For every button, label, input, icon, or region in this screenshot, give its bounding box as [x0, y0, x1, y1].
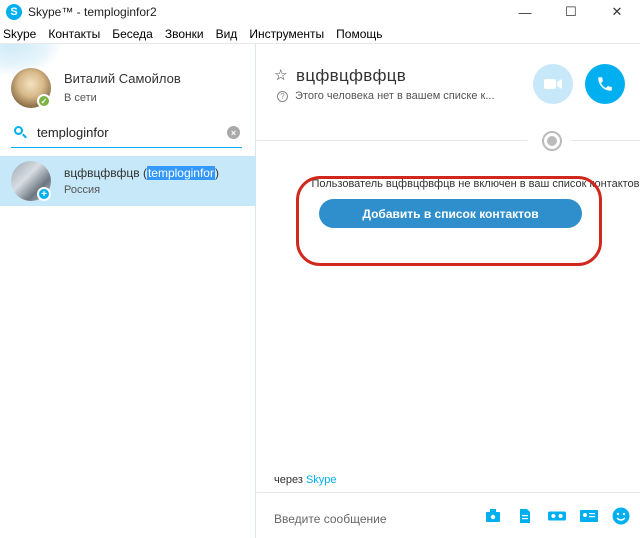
close-button[interactable]: ✕ — [594, 0, 640, 24]
video-camera-icon — [544, 79, 562, 89]
contact-name-highlight: temploginfor — [146, 166, 215, 180]
conversation-header: ☆ вцфвцфвфцв ? Этого человека нет в ваше… — [257, 44, 640, 124]
conversation-pane: ☆ вцфвцфвфцв ? Этого человека нет в ваше… — [257, 44, 640, 538]
contact-name-prefix: вцфвцфвфцв ( — [64, 166, 147, 180]
phone-icon — [598, 77, 612, 91]
profile-name: Виталий Самойлов — [64, 71, 181, 86]
via-skype-link[interactable]: Skype — [306, 474, 337, 486]
sidebar: ✓ Виталий Самойлов В сети × + вцфвцфвфцв… — [0, 44, 256, 538]
title-bar: S Skype™ - temploginfor2 — ☐ ✕ — [0, 0, 640, 24]
send-contacts-card-icon[interactable] — [580, 508, 598, 524]
menu-help[interactable]: Помощь — [330, 27, 388, 41]
search-icon — [13, 125, 29, 141]
annotation-oval — [296, 176, 602, 266]
skype-logo-icon: S — [6, 4, 22, 20]
window-title: Skype™ - temploginfor2 — [28, 5, 157, 19]
clear-search-icon[interactable]: × — [227, 126, 240, 139]
menu-conversation[interactable]: Беседа — [106, 27, 159, 41]
menu-skype[interactable]: Skype — [0, 27, 42, 41]
contact-list-item[interactable]: + вцфвцфвфцв (temploginfor) Россия — [0, 156, 256, 206]
search-input[interactable] — [37, 125, 217, 140]
contact-location: Россия — [64, 184, 101, 196]
video-call-button[interactable] — [533, 64, 573, 104]
globe-icon — [542, 131, 562, 151]
send-file-icon[interactable] — [516, 508, 534, 524]
menu-tools[interactable]: Инструменты — [243, 27, 330, 41]
divider — [571, 140, 640, 141]
conversation-title[interactable]: вцфвцфвфцв — [296, 66, 406, 86]
contact-name-suffix: ) — [214, 166, 219, 180]
emoticon-icon[interactable] — [612, 507, 630, 525]
compose-toolbar — [484, 507, 630, 525]
message-input[interactable]: Введите сообщение — [274, 512, 387, 526]
maximize-button[interactable]: ☐ — [548, 0, 594, 24]
minimize-button[interactable]: — — [502, 0, 548, 24]
divider — [257, 140, 527, 141]
favorite-star-icon[interactable]: ☆ — [274, 66, 287, 84]
menu-calls[interactable]: Звонки — [159, 27, 210, 41]
info-icon: ? — [277, 91, 288, 102]
via-prefix: через — [274, 474, 303, 486]
send-contact-icon[interactable] — [484, 508, 502, 524]
video-message-icon[interactable] — [548, 508, 566, 524]
contact-name: вцфвцфвфцв (temploginfor) — [64, 166, 219, 180]
audio-call-button[interactable] — [585, 64, 625, 104]
profile-card[interactable]: ✓ Виталий Самойлов В сети — [0, 44, 255, 114]
online-status-icon: ✓ — [37, 94, 51, 108]
via-label: через Skype — [274, 474, 337, 486]
compose-divider — [257, 492, 640, 493]
window-controls: — ☐ ✕ — [502, 0, 640, 24]
profile-status[interactable]: В сети — [64, 92, 97, 104]
conversation-subtitle: Этого человека нет в вашем списке к... — [295, 90, 495, 102]
menu-contacts[interactable]: Контакты — [42, 27, 106, 41]
add-contact-badge-icon: + — [37, 187, 51, 201]
search-box: × — [11, 118, 242, 148]
menu-bar: Skype Контакты Беседа Звонки Вид Инструм… — [0, 24, 640, 44]
menu-view[interactable]: Вид — [210, 27, 244, 41]
